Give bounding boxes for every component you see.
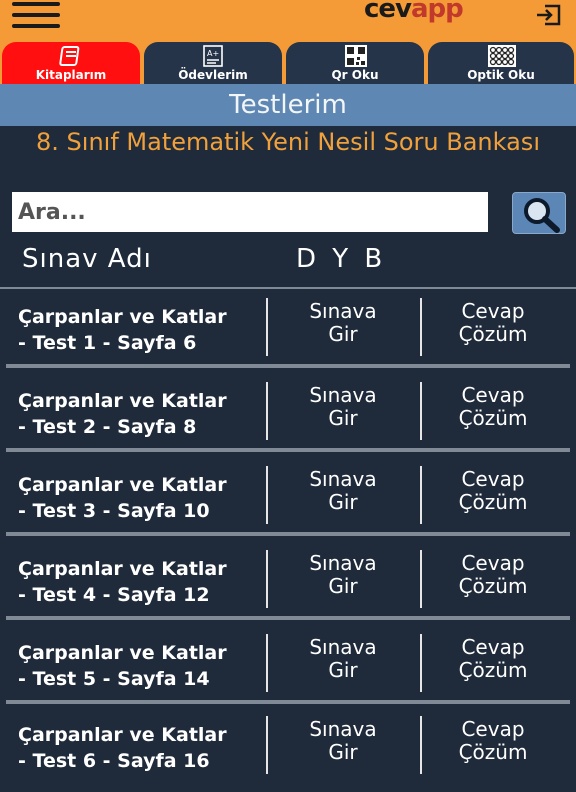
test-name-line: Çarpanlar ve Katlar: [18, 474, 227, 496]
button-label: Çözüm: [458, 574, 528, 598]
test-name: Çarpanlar ve Katlar - Test 3 - Sayfa 10: [18, 472, 258, 524]
menu-icon[interactable]: [12, 2, 60, 28]
test-name-line: - Test 6 - Sayfa 16: [18, 750, 210, 772]
button-label: Gir: [328, 406, 358, 430]
book-icon: [57, 44, 85, 68]
tab-qr-oku[interactable]: Qr Oku: [286, 42, 424, 84]
table-row: Çarpanlar ve Katlar - Test 1 - Sayfa 6 Sı…: [0, 290, 576, 374]
answer-solution-button[interactable]: Cevap Çözüm: [420, 300, 566, 346]
test-name: Çarpanlar ve Katlar - Test 1 - Sayfa 6: [18, 304, 258, 356]
button-label: Sınava: [309, 717, 377, 741]
table-row: Çarpanlar ve Katlar - Test 6 - Sayfa 16 S…: [0, 708, 576, 792]
start-exam-button[interactable]: Sınava Gir: [268, 300, 418, 346]
test-name: Çarpanlar ve Katlar - Test 4 - Sayfa 12: [18, 556, 258, 608]
test-name: Çarpanlar ve Katlar - Test 2 - Sayfa 8: [18, 388, 258, 440]
qr-code-icon: [341, 44, 369, 68]
row-separator: [6, 532, 570, 536]
test-name: Çarpanlar ve Katlar - Test 6 - Sayfa 16: [18, 722, 258, 774]
tab-label: Kitaplarım: [35, 68, 107, 82]
divider: [0, 287, 576, 289]
test-name-line: - Test 5 - Sayfa 14: [18, 668, 210, 690]
test-name-line: Çarpanlar ve Katlar: [18, 724, 227, 746]
button-label: Cevap: [461, 635, 525, 659]
tab-kitaplarim[interactable]: Kitaplarım: [2, 42, 140, 84]
start-exam-button[interactable]: Sınava Gir: [268, 718, 418, 764]
logout-icon[interactable]: [536, 4, 562, 26]
row-separator: [6, 700, 570, 704]
test-name: Çarpanlar ve Katlar - Test 5 - Sayfa 14: [18, 640, 258, 692]
button-label: Çözüm: [458, 406, 528, 430]
button-label: Cevap: [461, 717, 525, 741]
tab-odevlerim[interactable]: A+ Ödevlerim: [144, 42, 282, 84]
test-name-line: - Test 2 - Sayfa 8: [18, 416, 197, 438]
button-label: Sınava: [309, 551, 377, 575]
table-row: Çarpanlar ve Katlar - Test 4 - Sayfa 12 S…: [0, 542, 576, 626]
test-name-line: Çarpanlar ve Katlar: [18, 390, 227, 412]
button-label: Çözüm: [458, 740, 528, 764]
test-name-line: - Test 4 - Sayfa 12: [18, 584, 210, 606]
button-label: Çözüm: [458, 490, 528, 514]
button-label: Cevap: [461, 467, 525, 491]
test-name-line: - Test 1 - Sayfa 6: [18, 332, 197, 354]
test-name-line: Çarpanlar ve Katlar: [18, 558, 227, 580]
search-input[interactable]: [12, 192, 488, 232]
button-label: Gir: [328, 490, 358, 514]
optical-form-icon: [487, 44, 516, 68]
test-name-line: - Test 3 - Sayfa 10: [18, 500, 210, 522]
button-label: Gir: [328, 322, 358, 346]
column-header-dyb: D Y B: [296, 244, 384, 274]
answer-solution-button[interactable]: Cevap Çözüm: [420, 384, 566, 430]
start-exam-button[interactable]: Sınava Gir: [268, 468, 418, 514]
button-label: Gir: [328, 740, 358, 764]
answer-solution-button[interactable]: Cevap Çözüm: [420, 636, 566, 682]
table-row: Çarpanlar ve Katlar - Test 3 - Sayfa 10 S…: [0, 458, 576, 542]
button-label: Sınava: [309, 383, 377, 407]
logo-text-cev: cev: [364, 0, 412, 24]
button-label: Gir: [328, 574, 358, 598]
row-separator: [6, 448, 570, 452]
button-label: Cevap: [461, 383, 525, 407]
button-label: Sınava: [309, 299, 377, 323]
logo-text-app: app: [411, 0, 464, 24]
button-label: Çözüm: [458, 658, 528, 682]
row-separator: [6, 364, 570, 368]
search-button[interactable]: [512, 192, 566, 234]
button-label: Sınava: [309, 467, 377, 491]
answer-solution-button[interactable]: Cevap Çözüm: [420, 468, 566, 514]
start-exam-button[interactable]: Sınava Gir: [268, 636, 418, 682]
table-row: Çarpanlar ve Katlar - Test 2 - Sayfa 8 Sı…: [0, 374, 576, 458]
button-label: Cevap: [461, 299, 525, 323]
test-name-line: Çarpanlar ve Katlar: [18, 306, 227, 328]
tab-bar: Kitaplarım A+ Ödevlerim Qr Oku Optik Oku: [0, 42, 576, 84]
book-title: 8. Sınıf Matematik Yeni Nesil Soru Banka…: [36, 128, 540, 156]
start-exam-button[interactable]: Sınava Gir: [268, 384, 418, 430]
app-logo: cevapp: [364, 0, 464, 24]
column-header-name: Sınav Adı: [22, 244, 152, 274]
table-row: Çarpanlar ve Katlar - Test 5 - Sayfa 14 S…: [0, 626, 576, 710]
test-name-line: Çarpanlar ve Katlar: [18, 642, 227, 664]
page-title: Testlerim: [0, 84, 576, 126]
top-bar: cevapp: [0, 0, 576, 42]
tab-optik-oku[interactable]: Optik Oku: [428, 42, 574, 84]
button-label: Cevap: [461, 551, 525, 575]
tab-label: Ödevlerim: [178, 68, 248, 82]
search-icon: [513, 198, 567, 239]
button-label: Sınava: [309, 635, 377, 659]
homework-icon: A+: [199, 44, 227, 68]
tab-label: Optik Oku: [467, 68, 535, 82]
answer-solution-button[interactable]: Cevap Çözüm: [420, 718, 566, 764]
button-label: Gir: [328, 658, 358, 682]
start-exam-button[interactable]: Sınava Gir: [268, 552, 418, 598]
svg-text:A+: A+: [207, 49, 219, 58]
row-separator: [6, 616, 570, 620]
button-label: Çözüm: [458, 322, 528, 346]
answer-solution-button[interactable]: Cevap Çözüm: [420, 552, 566, 598]
tab-label: Qr Oku: [331, 68, 379, 82]
